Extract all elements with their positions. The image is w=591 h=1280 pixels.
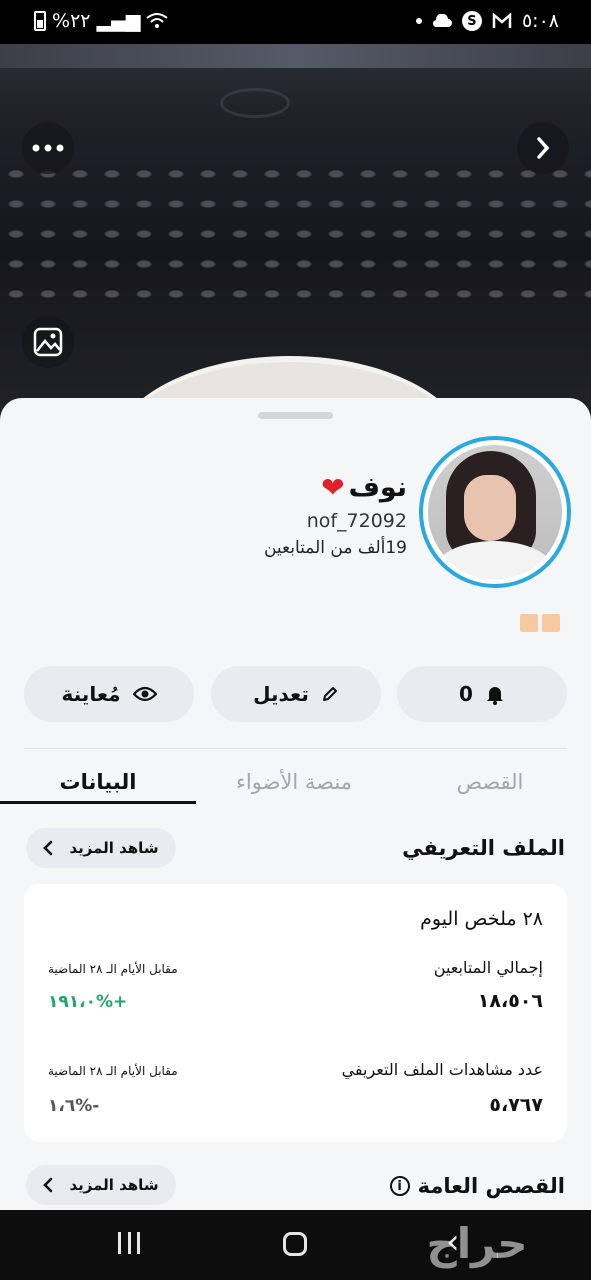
bell-icon — [486, 687, 503, 705]
followers-line: 19ألف من المتابعين — [264, 538, 407, 558]
tab-stories[interactable]: القصص — [392, 770, 588, 794]
gmail-icon — [492, 13, 512, 28]
badge-icon — [520, 614, 538, 632]
preview-label: مُعاينة — [61, 682, 121, 706]
views-change: -%١،٦ — [48, 1096, 100, 1116]
pencil-icon — [322, 687, 337, 701]
image-icon — [33, 327, 63, 357]
signal-icon: ▂▄▆ — [96, 10, 141, 32]
profile-name: نوف ❤ — [321, 472, 407, 503]
profile-sheet: نوف ❤ nof_72092 19ألف من المتابعين 0 تعد… — [0, 398, 591, 1210]
summary-title: ٢٨ ملخص اليوم — [420, 908, 543, 930]
wifi-icon — [146, 13, 168, 28]
notifications-count: 0 — [459, 682, 473, 706]
edit-button[interactable]: تعديل — [211, 666, 381, 722]
total-followers-value: ١٨،٥٠٦ — [477, 990, 543, 1012]
public-stories-label: القصص العامة — [417, 1174, 565, 1198]
cover-keyboard — [0, 159, 591, 319]
divider — [24, 748, 567, 749]
see-more-label: شاهد المزيد — [69, 1176, 159, 1194]
active-tab-indicator — [0, 801, 196, 804]
public-stories-title: القصص العامة i — [389, 1174, 565, 1198]
eye-icon — [132, 686, 157, 702]
notifications-button[interactable]: 0 — [397, 666, 567, 722]
heart-icon: ❤ — [321, 470, 345, 504]
preview-button[interactable]: مُعاينة — [24, 666, 194, 722]
profile-section-label: الملف التعريفي — [402, 836, 565, 860]
cover-laptop-edge — [0, 44, 591, 68]
chevron-left-icon — [43, 840, 53, 856]
snapchat-status-icon: S — [461, 11, 482, 31]
summary-card: ٢٨ ملخص اليوم إجمالي المتابعين مقابل الأ… — [24, 884, 567, 1142]
info-icon[interactable]: i — [389, 1176, 410, 1196]
display-name: نوف — [348, 472, 407, 503]
status-bar: %٢٢ ▂▄▆ S ٥:٠٨ — [0, 0, 591, 44]
username: nof_72092 — [306, 510, 407, 532]
tab-spotlight[interactable]: منصة الأضواء — [196, 770, 392, 794]
more-options-button[interactable] — [22, 122, 74, 174]
tab-data[interactable]: البيانات — [0, 770, 196, 794]
cover-laptop-logo — [220, 88, 290, 118]
followers-count: 19 — [385, 538, 407, 558]
more-dots-icon — [32, 144, 64, 152]
battery-icon — [34, 11, 46, 31]
see-more-profile-button[interactable]: شاهد المزيد — [26, 828, 176, 868]
chevron-right-icon — [537, 137, 550, 159]
change-cover-button[interactable] — [22, 316, 74, 368]
profile-views-value: ٥،٧٦٧ — [489, 1094, 543, 1116]
home-button[interactable] — [283, 1232, 307, 1256]
badge-icon — [542, 614, 560, 632]
profile-views-label: عدد مشاهدات الملف التعريفي — [341, 1060, 543, 1079]
cloud-icon — [432, 14, 452, 28]
status-left: %٢٢ ▂▄▆ — [34, 10, 168, 32]
haraj-watermark: حراج — [426, 1219, 528, 1268]
see-more-label: شاهد المزيد — [69, 839, 159, 857]
edit-label: تعديل — [253, 682, 309, 706]
cover-photo — [0, 44, 591, 424]
sheet-grabber[interactable] — [258, 412, 333, 419]
notification-dot-icon — [415, 18, 422, 24]
see-more-stories-button[interactable]: شاهد المزيد — [26, 1165, 176, 1205]
status-right: S ٥:٠٨ — [415, 10, 559, 32]
profile-section-title: الملف التعريفي — [402, 836, 565, 860]
followers-compare-label: مقابل الأيام الـ ٢٨ الماضية — [48, 962, 178, 976]
profile-badges — [520, 614, 560, 632]
profile-avatar[interactable] — [419, 436, 571, 588]
back-button[interactable] — [517, 122, 569, 174]
views-compare-label: مقابل الأيام الـ ٢٨ الماضية — [48, 1064, 178, 1078]
recent-apps-button[interactable] — [118, 1232, 140, 1254]
chevron-left-icon — [43, 1177, 53, 1193]
followers-change: +%١٩١،٠ — [48, 992, 128, 1012]
followers-label: ألف من المتابعين — [263, 538, 386, 558]
total-followers-label: إجمالي المتابعين — [433, 958, 543, 977]
clock: ٥:٠٨ — [521, 10, 559, 32]
avatar-photo — [428, 445, 562, 579]
battery-percent: %٢٢ — [52, 10, 91, 32]
